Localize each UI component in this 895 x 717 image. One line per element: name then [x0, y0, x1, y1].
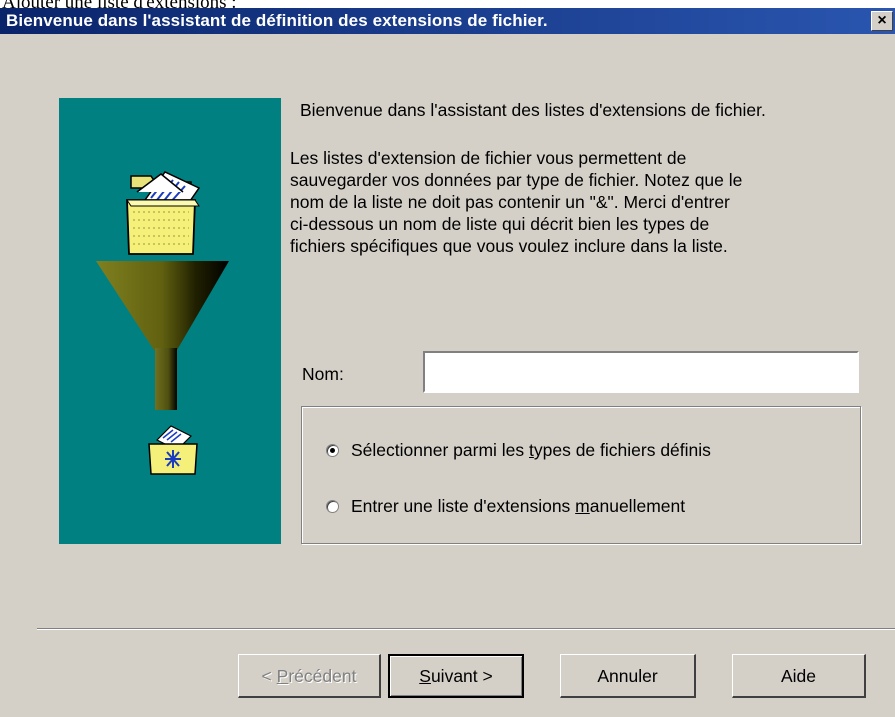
button-separator	[37, 628, 895, 630]
name-input[interactable]	[423, 351, 859, 393]
wizard-illustration	[96, 171, 229, 475]
wizard-side-panel	[59, 98, 281, 544]
radio-label-predefined: Sélectionner parmi les types de fichiers…	[351, 440, 711, 460]
folder-with-star-icon	[148, 425, 198, 475]
cancel-button[interactable]: Annuler	[560, 654, 696, 698]
intro-text: Bienvenue dans l'assistant des listes d'…	[300, 100, 766, 120]
radio-label-manual: Entrer une liste d'extensions manuelleme…	[351, 496, 686, 516]
title-bar: Bienvenue dans l'assistant de définition…	[0, 8, 895, 34]
funnel-icon	[96, 261, 229, 410]
window-title: Bienvenue dans l'assistant de définition…	[6, 11, 548, 30]
radio-button-predefined[interactable]	[326, 444, 339, 457]
back-button[interactable]: < Précédent	[238, 654, 381, 698]
source-options-group	[301, 406, 861, 544]
close-button[interactable]: ×	[871, 11, 893, 31]
radio-button-manual[interactable]	[326, 500, 339, 513]
radio-option-predefined[interactable]: Sélectionner parmi les types de fichiers…	[326, 440, 711, 461]
next-button[interactable]: Suivant >	[388, 654, 524, 698]
radio-option-manual[interactable]: Entrer une liste d'extensions manuelleme…	[326, 496, 685, 517]
help-button[interactable]: Aide	[732, 654, 866, 698]
folder-with-documents-icon	[126, 171, 201, 255]
description-text: Les listes d'extension de fichier vous p…	[290, 148, 743, 256]
name-label: Nom:	[302, 364, 344, 384]
